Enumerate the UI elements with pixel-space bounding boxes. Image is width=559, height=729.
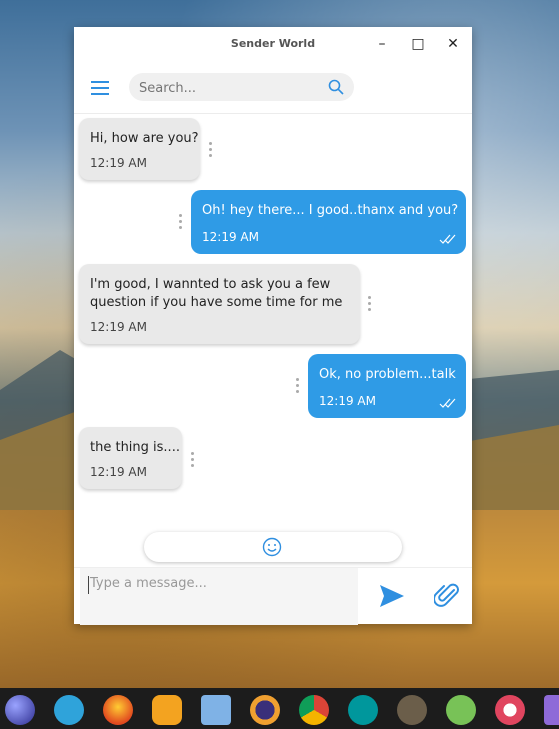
toolbar <box>74 61 472 114</box>
search-box <box>129 73 354 101</box>
telegram-icon[interactable] <box>54 695 84 725</box>
message-bubble-incoming[interactable]: I'm good, I wannted to ask you a few que… <box>79 264 360 344</box>
message-text: the thing is.... <box>90 440 180 455</box>
maximize-button[interactable]: □ <box>408 34 428 54</box>
double-check-icon <box>439 398 456 408</box>
message-time: 12:19 AM <box>319 394 376 408</box>
composer: Type a message... <box>74 567 472 625</box>
eclipse-icon[interactable] <box>5 695 35 725</box>
emoji-bar <box>144 532 402 562</box>
message-text: Oh! hey there... I good..thanx and you? <box>202 203 459 218</box>
search-input[interactable] <box>137 77 321 99</box>
message-time: 12:19 AM <box>202 230 259 244</box>
minimize-button[interactable]: – <box>372 34 392 54</box>
android-studio-icon[interactable] <box>446 695 476 725</box>
eclipse-alt-icon[interactable] <box>250 695 280 725</box>
message-placeholder: Type a message... <box>90 576 207 591</box>
message-bubble-incoming[interactable]: the thing is.... 12:19 AM <box>79 427 182 489</box>
message-list: Hi, how are you? 12:19 AM Oh! hey there.… <box>74 114 472 529</box>
purple-app-icon[interactable] <box>544 695 559 725</box>
chrome-icon[interactable] <box>299 695 329 725</box>
message-options-icon[interactable] <box>191 452 195 470</box>
message-options-icon[interactable] <box>209 142 213 160</box>
message-text: Ok, no problem...talk <box>319 367 456 382</box>
message-text: I'm good, I wannted to ask you a few que… <box>90 277 343 310</box>
message-bubble-outgoing[interactable]: Ok, no problem...talk 12:19 AM <box>308 354 466 418</box>
message-text: Hi, how are you? <box>90 131 199 146</box>
message-options-icon[interactable] <box>179 214 183 232</box>
close-button[interactable]: ✕ <box>443 34 463 54</box>
message-input[interactable]: Type a message... <box>80 568 358 625</box>
hamburger-icon[interactable] <box>91 81 109 95</box>
send-icon[interactable] <box>379 584 405 608</box>
chat-window: Sender World – □ ✕ Hi, how are you? 12:1… <box>74 27 472 625</box>
message-time: 12:19 AM <box>90 320 147 334</box>
smiley-icon[interactable] <box>262 537 282 557</box>
message-options-icon[interactable] <box>296 378 300 396</box>
search-icon[interactable] <box>328 79 344 95</box>
gimp-icon[interactable] <box>397 695 427 725</box>
double-check-icon <box>439 234 456 244</box>
message-options-icon[interactable] <box>368 296 372 314</box>
app-icon[interactable] <box>152 695 182 725</box>
message-time: 12:19 AM <box>90 465 147 479</box>
settings-icon[interactable] <box>495 695 525 725</box>
arduino-icon[interactable] <box>348 695 378 725</box>
paperclip-icon[interactable] <box>434 582 462 610</box>
message-bubble-incoming[interactable]: Hi, how are you? 12:19 AM <box>79 118 200 180</box>
message-time: 12:19 AM <box>90 156 147 170</box>
box-icon[interactable] <box>201 695 231 725</box>
title-bar: Sender World – □ ✕ <box>74 27 472 61</box>
text-caret <box>88 576 89 594</box>
message-bubble-outgoing[interactable]: Oh! hey there... I good..thanx and you? … <box>191 190 466 254</box>
firefox-icon[interactable] <box>103 695 133 725</box>
taskbar <box>0 688 559 729</box>
